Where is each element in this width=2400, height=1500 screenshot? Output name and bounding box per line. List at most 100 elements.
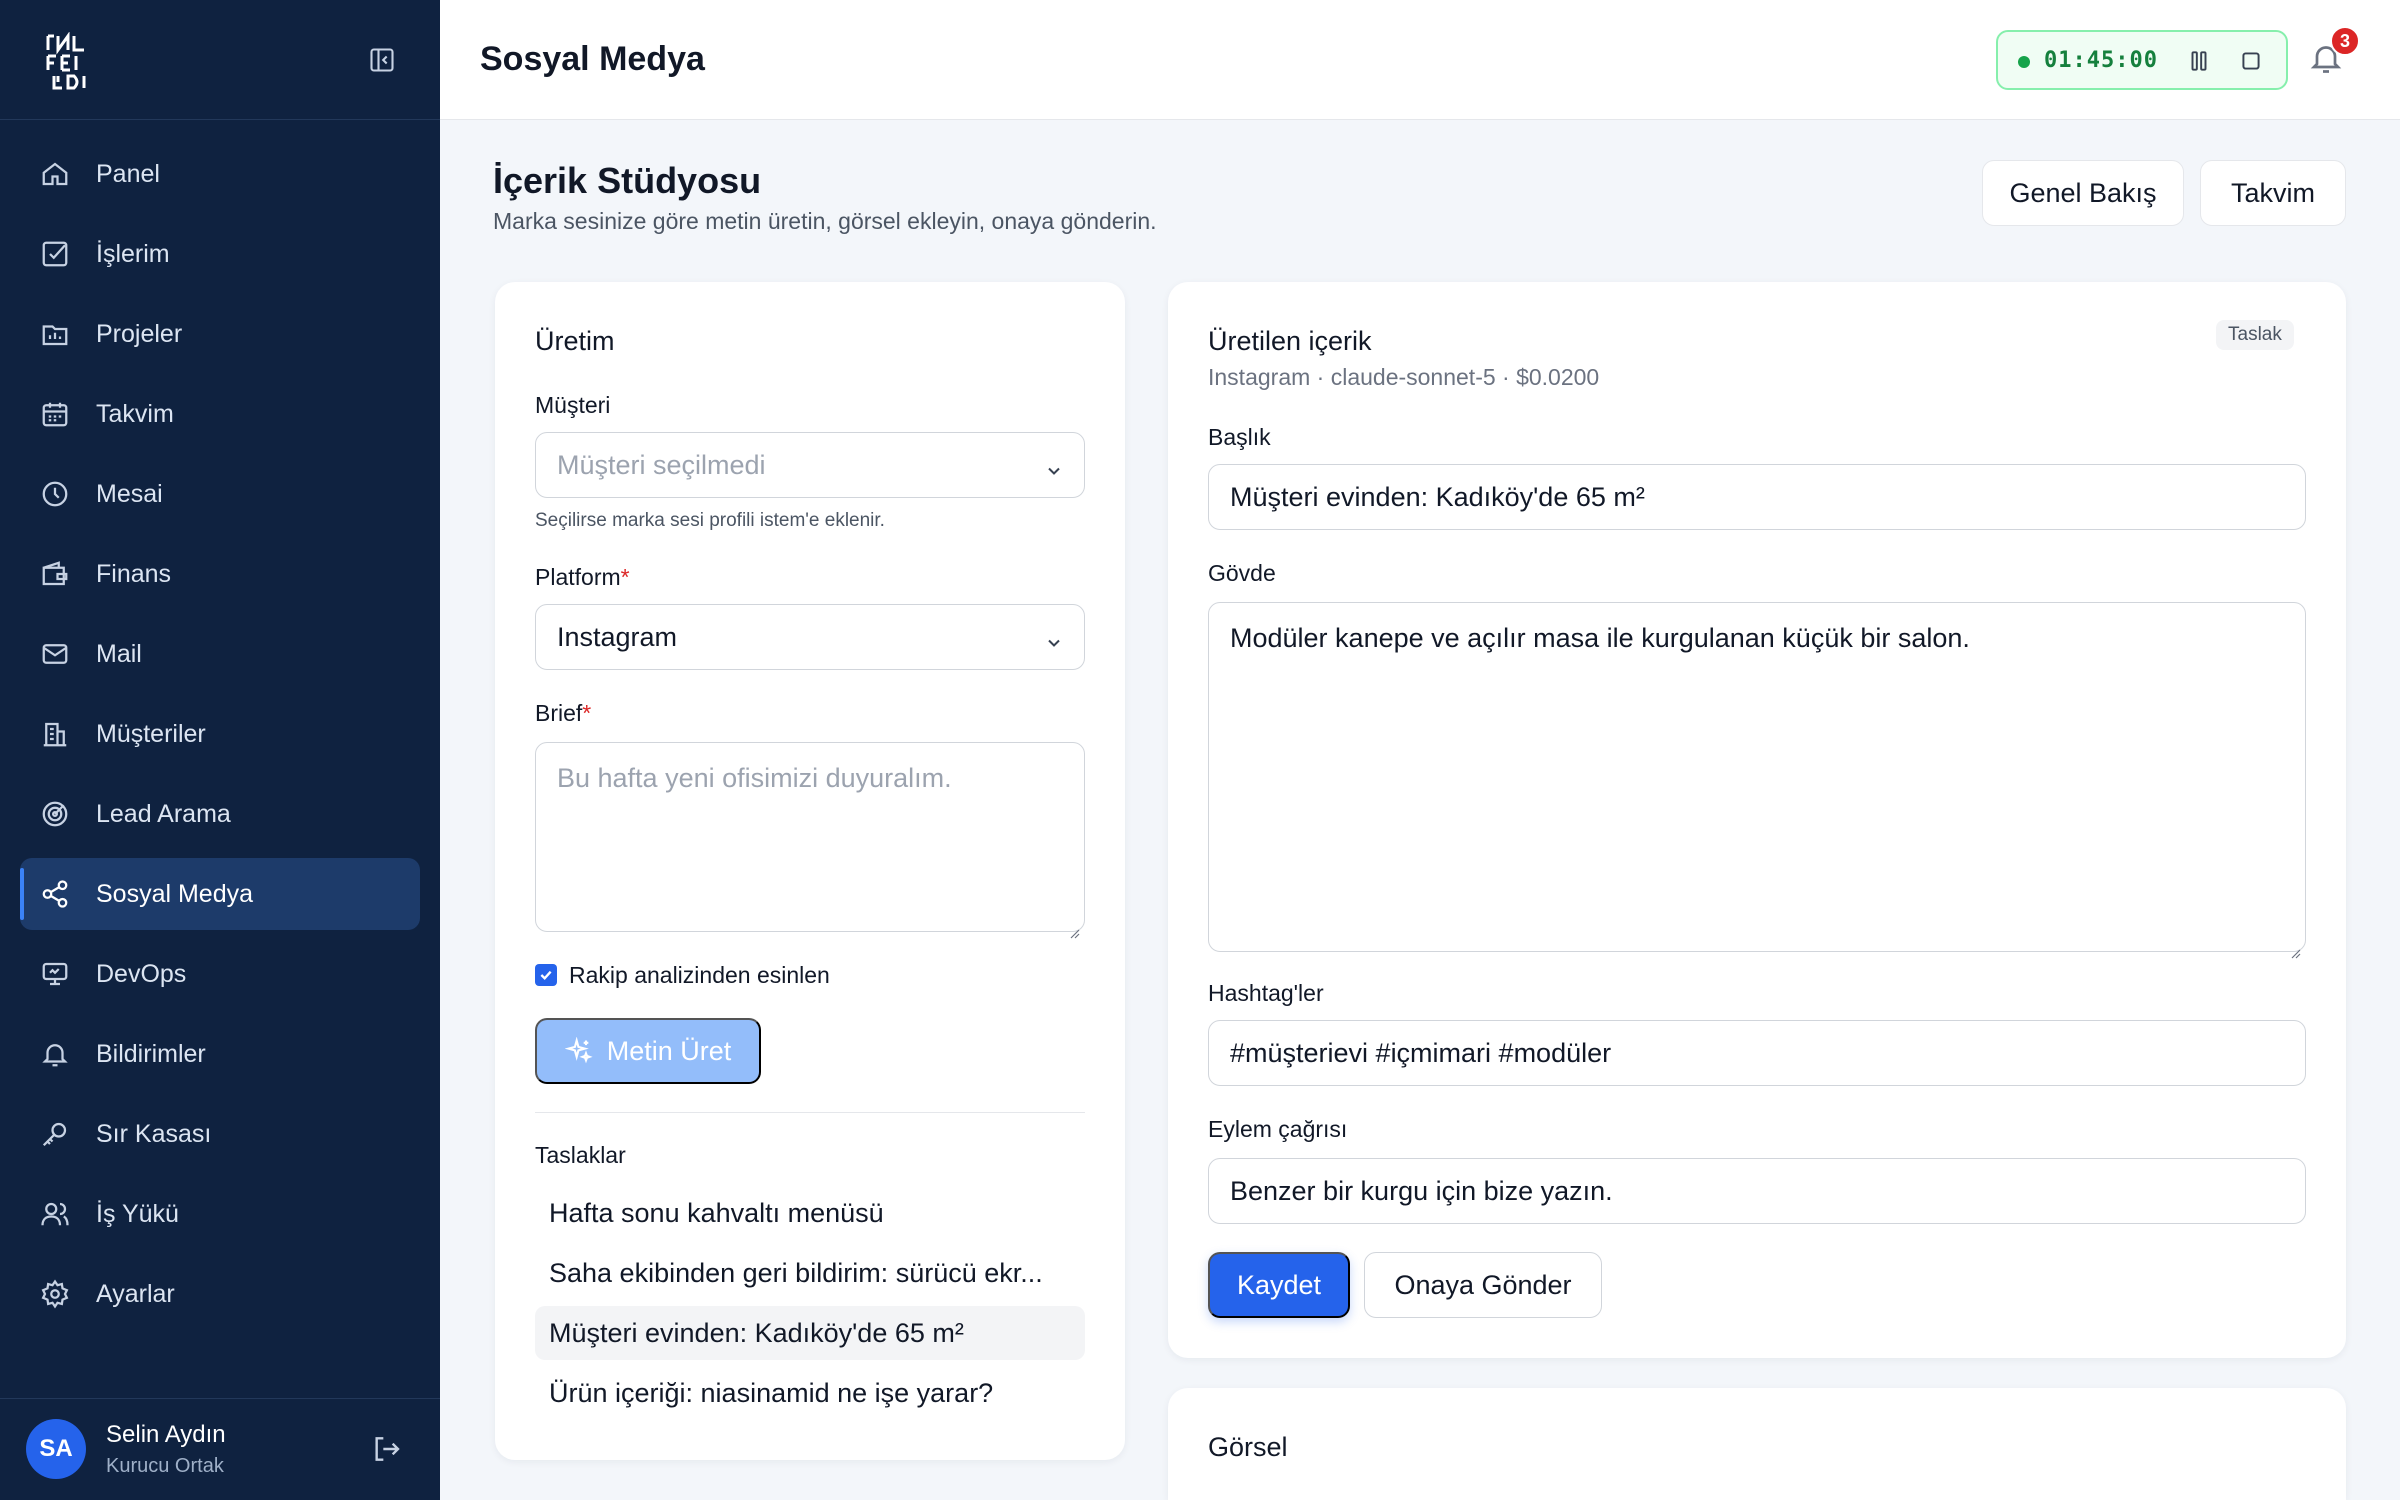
sidebar-item-sosyal-medya[interactable]: Sosyal Medya [20,858,420,930]
calendar-icon [40,399,70,429]
sidebar-collapse-icon[interactable] [368,46,396,74]
sidebar-item-islerim[interactable]: İşlerim [20,218,420,290]
body-label: Gövde [1208,560,1276,586]
users-icon [40,1199,70,1229]
send-for-approval-button[interactable]: Onaya Gönder [1364,1252,1602,1318]
sidebar-item-panel[interactable]: Panel [20,138,420,210]
draft-item[interactable]: Saha ekibinden geri bildirim: sürücü ekr… [535,1246,1085,1300]
sparkles-icon [564,1037,593,1064]
top-header: Sosyal Medya 01:45:00 3 [440,0,2400,120]
sidebar-item-label: Panel [96,159,160,188]
sidebar-item-sir-kasasi[interactable]: Sır Kasası [20,1098,420,1170]
sidebar-item-takvim[interactable]: Takvim [20,378,420,450]
sidebar-item-label: DevOps [96,959,187,988]
building-icon [40,719,70,749]
sidebar-item-ayarlar[interactable]: Ayarlar [20,1258,420,1330]
brief-label: Brief* [535,700,592,726]
project-icon [40,319,70,349]
competitor-inspiration-checkbox[interactable] [535,964,557,986]
work-timer: 01:45:00 [1996,30,2288,90]
generated-content-card: Üretilen içerik Taslak Instagram · claud… [1168,282,2346,1358]
heading-label: Başlık [1208,424,1271,450]
cta-input[interactable]: Benzer bir kurgu için bize yazın. [1208,1158,2306,1224]
sidebar-item-musteriler[interactable]: Müşteriler [20,698,420,770]
sidebar-item-label: Ayarlar [96,1279,175,1308]
key-icon [40,1119,70,1149]
generate-text-label: Metin Üret [606,1035,732,1066]
calendar-button[interactable]: Takvim [2200,160,2346,226]
cta-label: Eylem çağrısı [1208,1116,1348,1142]
generated-meta: Instagram · claude-sonnet-5 · $0.0200 [1208,364,1600,390]
customer-label: Müşteri [535,392,611,418]
visual-title: Görsel [1208,1432,1288,1462]
logout-icon[interactable] [370,1433,402,1465]
share-icon [40,879,70,909]
hashtags-input[interactable]: #müşterievi #içmimari #modüler [1208,1020,2306,1086]
customer-select-value: Müşteri seçilmedi [557,449,766,480]
resize-handle-icon[interactable] [2289,935,2301,959]
drafts-title: Taslaklar [535,1142,626,1168]
page-title: İçerik Stüdyosu [493,160,762,201]
timer-status-dot [2018,56,2030,68]
sidebar-item-label: Lead Arama [96,799,231,828]
heading-input[interactable]: Müşteri evinden: Kadıköy'de 65 m² [1208,464,2306,530]
status-badge: Taslak [2216,320,2294,350]
sidebar-item-finans[interactable]: Finans [20,538,420,610]
save-button[interactable]: Kaydet [1208,1252,1350,1318]
sidebar-item-bildirimler[interactable]: Bildirimler [20,1018,420,1090]
draft-item-selected[interactable]: Müşteri evinden: Kadıköy'de 65 m² [535,1306,1085,1360]
sidebar-header [0,0,440,120]
sidebar-item-devops[interactable]: DevOps [20,938,420,1010]
page-subtitle: Marka sesinize göre metin üretin, görsel… [493,208,1157,234]
avatar[interactable]: SA [26,1419,86,1479]
stop-icon[interactable] [2238,48,2264,74]
production-title: Üretim [535,326,615,356]
wallet-icon [40,559,70,589]
brief-textarea[interactable]: Bu hafta yeni ofisimizi duyuralım. [535,742,1085,939]
brief-placeholder: Bu hafta yeni ofisimizi duyuralım. [557,763,952,793]
generated-title: Üretilen içerik [1208,326,1372,356]
radar-icon [40,799,70,829]
draft-item[interactable]: Ürün içeriği: niasinamid ne işe yarar? [535,1366,1085,1420]
sidebar-item-label: Sosyal Medya [96,879,254,908]
customer-select[interactable]: Müşteri seçilmedi [535,432,1085,498]
sidebar-nav: Panel İşlerim Projeler Takvim Mesai Fina… [20,138,420,1338]
overview-button[interactable]: Genel Bakış [1982,160,2184,226]
bell-icon [40,1039,70,1069]
sidebar-item-label: Projeler [96,319,183,348]
sidebar-item-label: Müşteriler [96,719,206,748]
section-divider [535,1112,1085,1113]
sidebar-item-is-yuku[interactable]: İş Yükü [20,1178,420,1250]
brand-logo[interactable] [44,31,88,90]
clock-icon [40,479,70,509]
resize-handle-icon[interactable] [1068,915,1080,939]
sidebar-item-label: İş Yükü [96,1199,179,1228]
sidebar-item-mail[interactable]: Mail [20,618,420,690]
user-role: Kurucu Ortak [106,1455,224,1477]
pause-icon[interactable] [2186,48,2212,74]
sidebar-item-label: Mail [96,639,142,668]
sidebar: Panel İşlerim Projeler Takvim Mesai Fina… [0,0,440,1500]
notification-count-badge: 3 [2330,26,2360,56]
timer-value: 01:45:00 [2044,48,2158,73]
chevron-down-icon [1044,629,1064,649]
sidebar-item-projeler[interactable]: Projeler [20,298,420,370]
platform-label: Platform* [535,564,630,590]
home-icon [40,159,70,189]
platform-select-value: Instagram [557,621,678,652]
generate-text-button[interactable]: Metin Üret [535,1018,761,1084]
user-name: Selin Aydın [106,1421,226,1448]
body-textarea[interactable]: Modüler kanepe ve açılır masa ile kurgul… [1208,602,2306,959]
sidebar-item-label: İşlerim [96,239,170,268]
competitor-inspiration-label: Rakip analizinden esinlen [569,962,830,988]
platform-select[interactable]: Instagram [535,604,1085,670]
sidebar-item-lead-arama[interactable]: Lead Arama [20,778,420,850]
sidebar-item-label: Mesai [96,479,163,508]
sidebar-item-mesai[interactable]: Mesai [20,458,420,530]
header-title: Sosyal Medya [480,40,705,78]
user-panel: SA Selin Aydın Kurucu Ortak [0,1398,440,1500]
draft-item[interactable]: Hafta sonu kahvaltı menüsü [535,1186,1085,1240]
visual-card: Görsel [1168,1388,2346,1500]
gear-icon [40,1279,70,1309]
customer-hint: Seçilirse marka sesi profili istem'e ekl… [535,510,885,531]
